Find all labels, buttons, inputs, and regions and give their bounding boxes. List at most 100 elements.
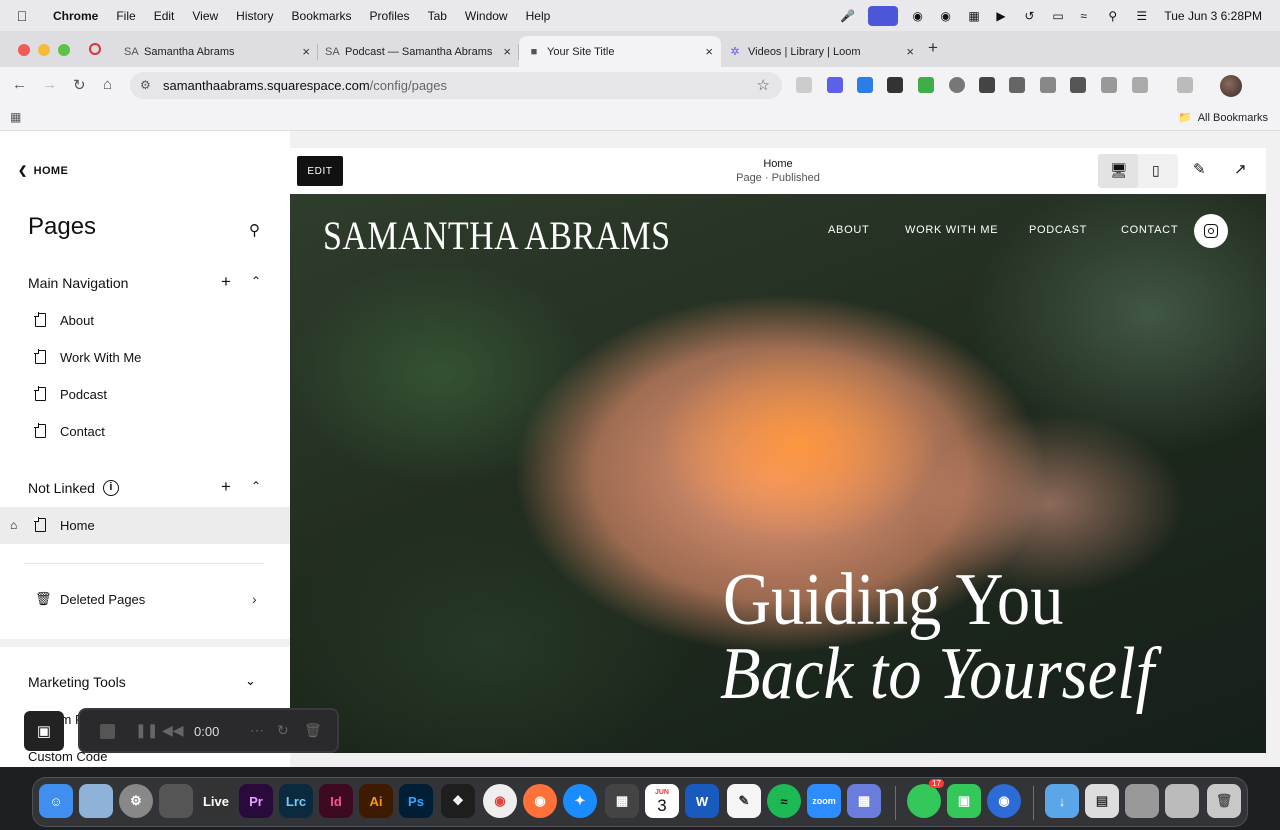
eyedropper-extension-icon[interactable] xyxy=(979,77,995,93)
extension-icon[interactable] xyxy=(1009,77,1025,93)
stack-icon[interactable] xyxy=(1165,784,1199,818)
calendar-icon[interactable]: JUN 3 xyxy=(645,784,679,818)
menu-bookmarks[interactable]: Bookmarks xyxy=(283,9,361,23)
site-nav-about[interactable]: ABOUT xyxy=(828,224,869,236)
bookmark-star-icon[interactable]: ☆ xyxy=(757,76,770,94)
close-window-icon[interactable] xyxy=(18,44,30,56)
reload-icon[interactable]: ↻ xyxy=(73,76,86,94)
video-extension-icon[interactable] xyxy=(1101,77,1117,93)
messages-icon[interactable]: 17 xyxy=(907,779,944,818)
textedit-icon[interactable]: ✎ xyxy=(727,784,761,818)
extensions-puzzle-icon[interactable] xyxy=(1132,77,1148,93)
site-info-icon[interactable]: ⚙ xyxy=(140,78,151,92)
status-app-icon[interactable]: ◉ xyxy=(912,9,926,23)
open-external-arrow-icon[interactable]: ↗ xyxy=(1234,160,1247,178)
page-item-home[interactable]: ⌂ Home xyxy=(0,507,290,544)
extension-icon[interactable] xyxy=(918,77,934,93)
site-nav-contact[interactable]: CONTACT xyxy=(1121,224,1178,236)
time-machine-icon[interactable]: ↺ xyxy=(1024,9,1038,23)
screen-sharing-icon[interactable]: ◉ xyxy=(987,784,1021,818)
spotlight-search-icon[interactable]: ⚲ xyxy=(1108,9,1122,23)
site-nav-work-with-me[interactable]: WORK WITH ME xyxy=(905,224,998,236)
camera-extension-icon[interactable] xyxy=(796,77,812,93)
figma-icon[interactable]: ❖ xyxy=(441,784,475,818)
close-tab-icon[interactable]: × xyxy=(705,44,713,59)
recent-stack-icon[interactable] xyxy=(1125,784,1159,818)
delete-recording-icon[interactable]: 🗑 xyxy=(304,722,322,739)
desktop-view-icon[interactable]: 🖥 xyxy=(1110,162,1128,179)
status-app-3-icon[interactable]: ▦ xyxy=(968,9,982,23)
facetime-icon[interactable]: ▣ xyxy=(947,784,981,818)
site-styles-brush-icon[interactable]: ✎ xyxy=(1193,160,1206,178)
grid-extension-icon[interactable] xyxy=(887,77,903,93)
tab-samantha-abrams[interactable]: SA Samantha Abrams × xyxy=(116,36,318,67)
add-page-icon[interactable]: + xyxy=(221,272,231,292)
menubar-clock[interactable]: Tue Jun 3 6:28PM xyxy=(1164,9,1262,23)
chevron-down-icon[interactable]: ⌄ xyxy=(245,673,256,689)
extension-icon[interactable] xyxy=(827,77,843,93)
tab-loom-videos[interactable]: ✲ Videos | Library | Loom × xyxy=(720,36,922,67)
documents-stack-icon[interactable]: ▤ xyxy=(1085,784,1119,818)
menu-file[interactable]: File xyxy=(107,9,144,23)
stop-icon[interactable] xyxy=(100,724,115,739)
screenshot-icon[interactable] xyxy=(159,784,193,818)
play-status-icon[interactable]: ▶ xyxy=(996,9,1010,23)
control-center-icon[interactable]: ☰ xyxy=(1136,9,1150,23)
live-icon[interactable]: Live xyxy=(199,784,233,818)
microphone-icon[interactable]: 🎤 xyxy=(840,9,855,23)
minimize-window-icon[interactable] xyxy=(38,44,50,56)
menu-view[interactable]: View xyxy=(183,9,227,23)
wifi-icon[interactable]: ≈ xyxy=(1080,9,1094,23)
page-item-podcast[interactable]: Podcast xyxy=(0,376,290,413)
info-icon[interactable]: i xyxy=(102,480,119,496)
grid-icon[interactable]: ⋯ xyxy=(250,722,264,739)
indesign-icon[interactable]: Id xyxy=(319,784,353,818)
extension-icon[interactable] xyxy=(949,77,965,93)
page-item-work-with-me[interactable]: Work With Me xyxy=(0,339,290,376)
site-nav-podcast[interactable]: PODCAST xyxy=(1029,224,1087,236)
launchpad-icon[interactable]: ▦ xyxy=(847,784,881,818)
search-icon[interactable]: ⚲ xyxy=(249,221,260,239)
side-panel-icon[interactable] xyxy=(1177,77,1193,93)
screen-record-status-icon[interactable] xyxy=(868,5,899,26)
pause-icon[interactable]: ❚❚ xyxy=(135,722,158,739)
address-bar[interactable]: ⚙ samanthaabrams.squarespace.com/config/… xyxy=(130,72,782,99)
restart-icon[interactable]: ↻ xyxy=(277,722,289,739)
premiere-pro-icon[interactable]: Pr xyxy=(239,784,273,818)
close-tab-icon[interactable]: × xyxy=(906,44,914,59)
screenshot-extension-icon[interactable] xyxy=(1040,77,1056,93)
collapse-chevron-up-icon[interactable]: ⌃ xyxy=(251,479,261,493)
new-tab-icon[interactable]: + xyxy=(928,38,938,58)
tab-your-site-title[interactable]: ■ Your Site Title × xyxy=(519,36,721,67)
site-logo[interactable]: SAMANTHA ABRAMS xyxy=(323,212,670,259)
zoom-icon[interactable]: zoom xyxy=(807,784,841,818)
all-bookmarks-button[interactable]: 📁 All Bookmarks xyxy=(1178,111,1268,125)
marketing-tools-label[interactable]: Marketing Tools xyxy=(28,674,126,690)
home-icon[interactable]: ⌂ xyxy=(103,76,112,93)
deleted-pages-item[interactable]: 🗑 Deleted Pages › xyxy=(0,581,290,618)
menu-window[interactable]: Window xyxy=(456,9,517,23)
photoshop-icon[interactable]: Ps xyxy=(399,784,433,818)
menu-tab[interactable]: Tab xyxy=(419,9,456,23)
camera-icon[interactable]: ▣ xyxy=(24,711,64,751)
apps-grid-icon[interactable]: ▦ xyxy=(10,110,21,124)
profile-avatar[interactable] xyxy=(1220,75,1242,97)
word-icon[interactable]: W xyxy=(685,784,719,818)
chrome-icon[interactable]: ◉ xyxy=(483,784,517,818)
firefox-icon[interactable]: ◉ xyxy=(523,784,557,818)
close-tab-icon[interactable]: × xyxy=(302,44,310,59)
extension-icon[interactable] xyxy=(857,77,873,93)
menu-history[interactable]: History xyxy=(227,9,282,23)
calculator-icon[interactable]: ▦ xyxy=(605,784,639,818)
menu-edit[interactable]: Edit xyxy=(145,9,184,23)
preview-icon[interactable] xyxy=(79,784,113,818)
menu-profiles[interactable]: Profiles xyxy=(361,9,419,23)
add-page-icon[interactable]: + xyxy=(221,477,231,497)
trash-icon[interactable]: 🗑 xyxy=(1207,784,1241,818)
illustrator-icon[interactable]: Ai xyxy=(359,784,393,818)
downloads-folder-icon[interactable]: ↓ xyxy=(1045,784,1079,818)
tab-podcast[interactable]: SA Podcast — Samantha Abrams × xyxy=(317,36,519,67)
menu-help[interactable]: Help xyxy=(517,9,560,23)
safari-icon[interactable]: ✦ xyxy=(563,784,597,818)
system-settings-icon[interactable]: ⚙ xyxy=(119,784,153,818)
